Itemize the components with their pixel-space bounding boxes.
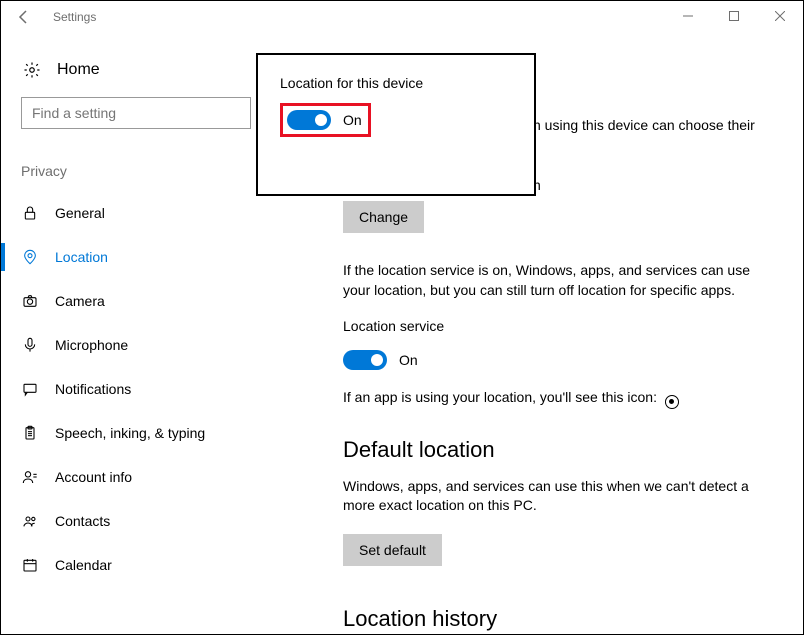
sidebar-item-speech[interactable]: Speech, inking, & typing [21, 411, 293, 455]
sidebar-item-label: Calendar [55, 557, 112, 573]
sidebar-item-general[interactable]: General [21, 191, 293, 235]
location-service-label: Location service [343, 318, 773, 334]
location-history-heading: Location history [343, 606, 497, 632]
app-icon-hint: If an app is using your location, you'll… [343, 388, 773, 409]
account-icon [21, 469, 39, 485]
change-button[interactable]: Change [343, 201, 424, 233]
minimize-button[interactable] [665, 1, 711, 31]
maximize-button[interactable] [711, 1, 757, 31]
close-button[interactable] [757, 1, 803, 31]
camera-icon [21, 293, 39, 309]
sidebar-item-camera[interactable]: Camera [21, 279, 293, 323]
toggle-state-label: On [343, 112, 362, 128]
sidebar-group-label: Privacy [21, 163, 293, 179]
sidebar-item-contacts[interactable]: Contacts [21, 499, 293, 543]
titlebar: Settings [1, 1, 803, 33]
notifications-icon [21, 381, 39, 397]
sidebar-item-account[interactable]: Account info [21, 455, 293, 499]
lock-icon [21, 205, 39, 221]
location-service-toggle[interactable]: On [343, 350, 773, 370]
window-controls [665, 1, 803, 31]
clipboard-icon [21, 425, 39, 441]
toggle-pill-icon [343, 350, 387, 370]
sidebar-item-label: Location [55, 249, 108, 265]
default-location-paragraph: Windows, apps, and services can use this… [343, 477, 773, 516]
toggle-state-label: On [399, 352, 418, 368]
microphone-icon [21, 337, 39, 353]
set-default-button[interactable]: Set default [343, 534, 442, 566]
sidebar-item-label: Microphone [55, 337, 128, 353]
toggle-pill-icon [287, 110, 331, 130]
sidebar-item-microphone[interactable]: Microphone [21, 323, 293, 367]
contacts-icon [21, 513, 39, 529]
device-location-toggle[interactable]: On [287, 110, 362, 130]
location-indicator-icon [665, 395, 679, 409]
sidebar-item-label: General [55, 205, 105, 221]
sidebar-item-label: Account info [55, 469, 132, 485]
sidebar-item-location[interactable]: Location [21, 235, 293, 279]
sidebar-item-label: Speech, inking, & typing [55, 425, 205, 441]
calendar-icon [21, 557, 39, 573]
sidebar-item-label: Contacts [55, 513, 110, 529]
callout-highlight: On [280, 103, 371, 137]
sidebar-item-label: Camera [55, 293, 105, 309]
callout-title: Location for this device [280, 75, 512, 91]
sidebar-item-label: Notifications [55, 381, 131, 397]
default-location-heading: Default location [343, 437, 773, 463]
sidebar-item-calendar[interactable]: Calendar [21, 543, 293, 587]
window-title: Settings [53, 10, 96, 24]
location-service-paragraph: If the location service is on, Windows, … [343, 261, 773, 300]
back-icon[interactable] [11, 5, 35, 29]
location-icon [21, 249, 39, 265]
callout-box: Location for this device On [256, 53, 536, 196]
gear-icon [23, 61, 41, 79]
home-nav[interactable]: Home [21, 33, 293, 97]
home-label: Home [57, 61, 100, 79]
sidebar-item-notifications[interactable]: Notifications [21, 367, 293, 411]
search-input[interactable] [21, 97, 251, 129]
